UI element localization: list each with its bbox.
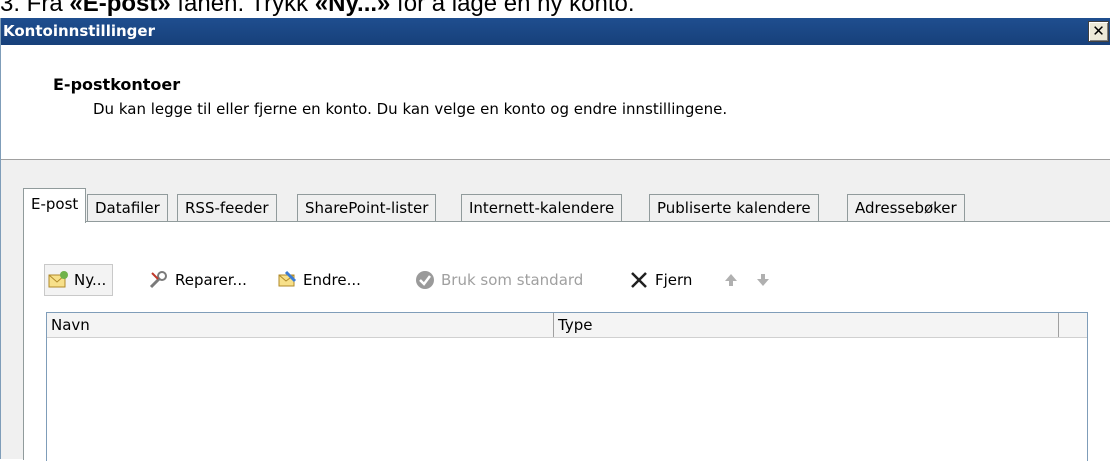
- list-header: Navn Type: [47, 313, 1087, 338]
- repair-button[interactable]: Reparer...: [148, 264, 247, 296]
- tab-e-post[interactable]: E-post: [23, 188, 87, 223]
- tab-adressebøker[interactable]: Adressebøker: [847, 194, 965, 222]
- tab-internett-kalendere[interactable]: Internett-kalendere: [461, 194, 623, 222]
- section-description: Du kan legge til eller fjerne en konto. …: [93, 100, 728, 118]
- set-default-button[interactable]: Bruk som standard: [414, 264, 583, 296]
- tab-rss-feeder[interactable]: RSS-feeder: [177, 194, 277, 222]
- remove-button[interactable]: Fjern: [628, 264, 692, 296]
- header-area: E-postkontoer Du kan legge til eller fje…: [1, 45, 1110, 160]
- repair-button-label: Reparer...: [175, 271, 247, 289]
- remove-button-label: Fjern: [655, 271, 693, 289]
- new-account-icon: [47, 269, 69, 291]
- repair-icon: [148, 269, 170, 291]
- x-remove-icon: [628, 269, 650, 291]
- section-title: E-postkontoer: [53, 75, 181, 94]
- new-button[interactable]: Ny...: [44, 264, 114, 296]
- window-title: Kontoinnstillinger: [3, 22, 155, 40]
- close-icon: ✕: [1092, 22, 1105, 40]
- change-icon: [276, 269, 298, 291]
- instruction-button-name: «Ny...»: [314, 0, 391, 17]
- account-settings-dialog: Kontoinnstillinger ✕ E-postkontoer Du ka…: [0, 18, 1110, 461]
- tab-panel-e-post: Ny... Reparer... Endre... Bruk som stand…: [23, 221, 1110, 461]
- title-bar[interactable]: Kontoinnstillinger ✕: [1, 18, 1110, 45]
- change-button-label: Endre...: [303, 271, 361, 289]
- tab-datafiler[interactable]: Datafiler: [87, 194, 168, 222]
- arrow-down-icon: [752, 269, 774, 291]
- instruction-prefix: 3. Fra: [0, 0, 70, 17]
- arrow-up-icon: [720, 269, 742, 291]
- move-up-button[interactable]: [720, 264, 747, 296]
- instruction-text: 3. Fra «E-post» fanen. Trykk «Ny...» for…: [0, 0, 1110, 18]
- instruction-tab-name: «E-post»: [69, 0, 171, 17]
- tab-publiserte-kalendere[interactable]: Publiserte kalendere: [649, 194, 819, 222]
- instruction-suffix: for å lage en ny konto.: [390, 0, 635, 17]
- close-button[interactable]: ✕: [1088, 21, 1109, 42]
- new-button-label: Ny...: [74, 271, 107, 289]
- instruction-middle: fanen. Trykk: [170, 0, 315, 17]
- checkmark-icon: [414, 269, 436, 291]
- change-button[interactable]: Endre...: [276, 264, 361, 296]
- set-default-button-label: Bruk som standard: [441, 271, 584, 289]
- account-list[interactable]: Navn Type: [46, 312, 1088, 461]
- move-down-button[interactable]: [752, 264, 779, 296]
- column-header-type[interactable]: Type: [554, 313, 1059, 337]
- column-header-navn[interactable]: Navn: [47, 313, 554, 337]
- tab-sharepoint-lister[interactable]: SharePoint-lister: [297, 194, 437, 222]
